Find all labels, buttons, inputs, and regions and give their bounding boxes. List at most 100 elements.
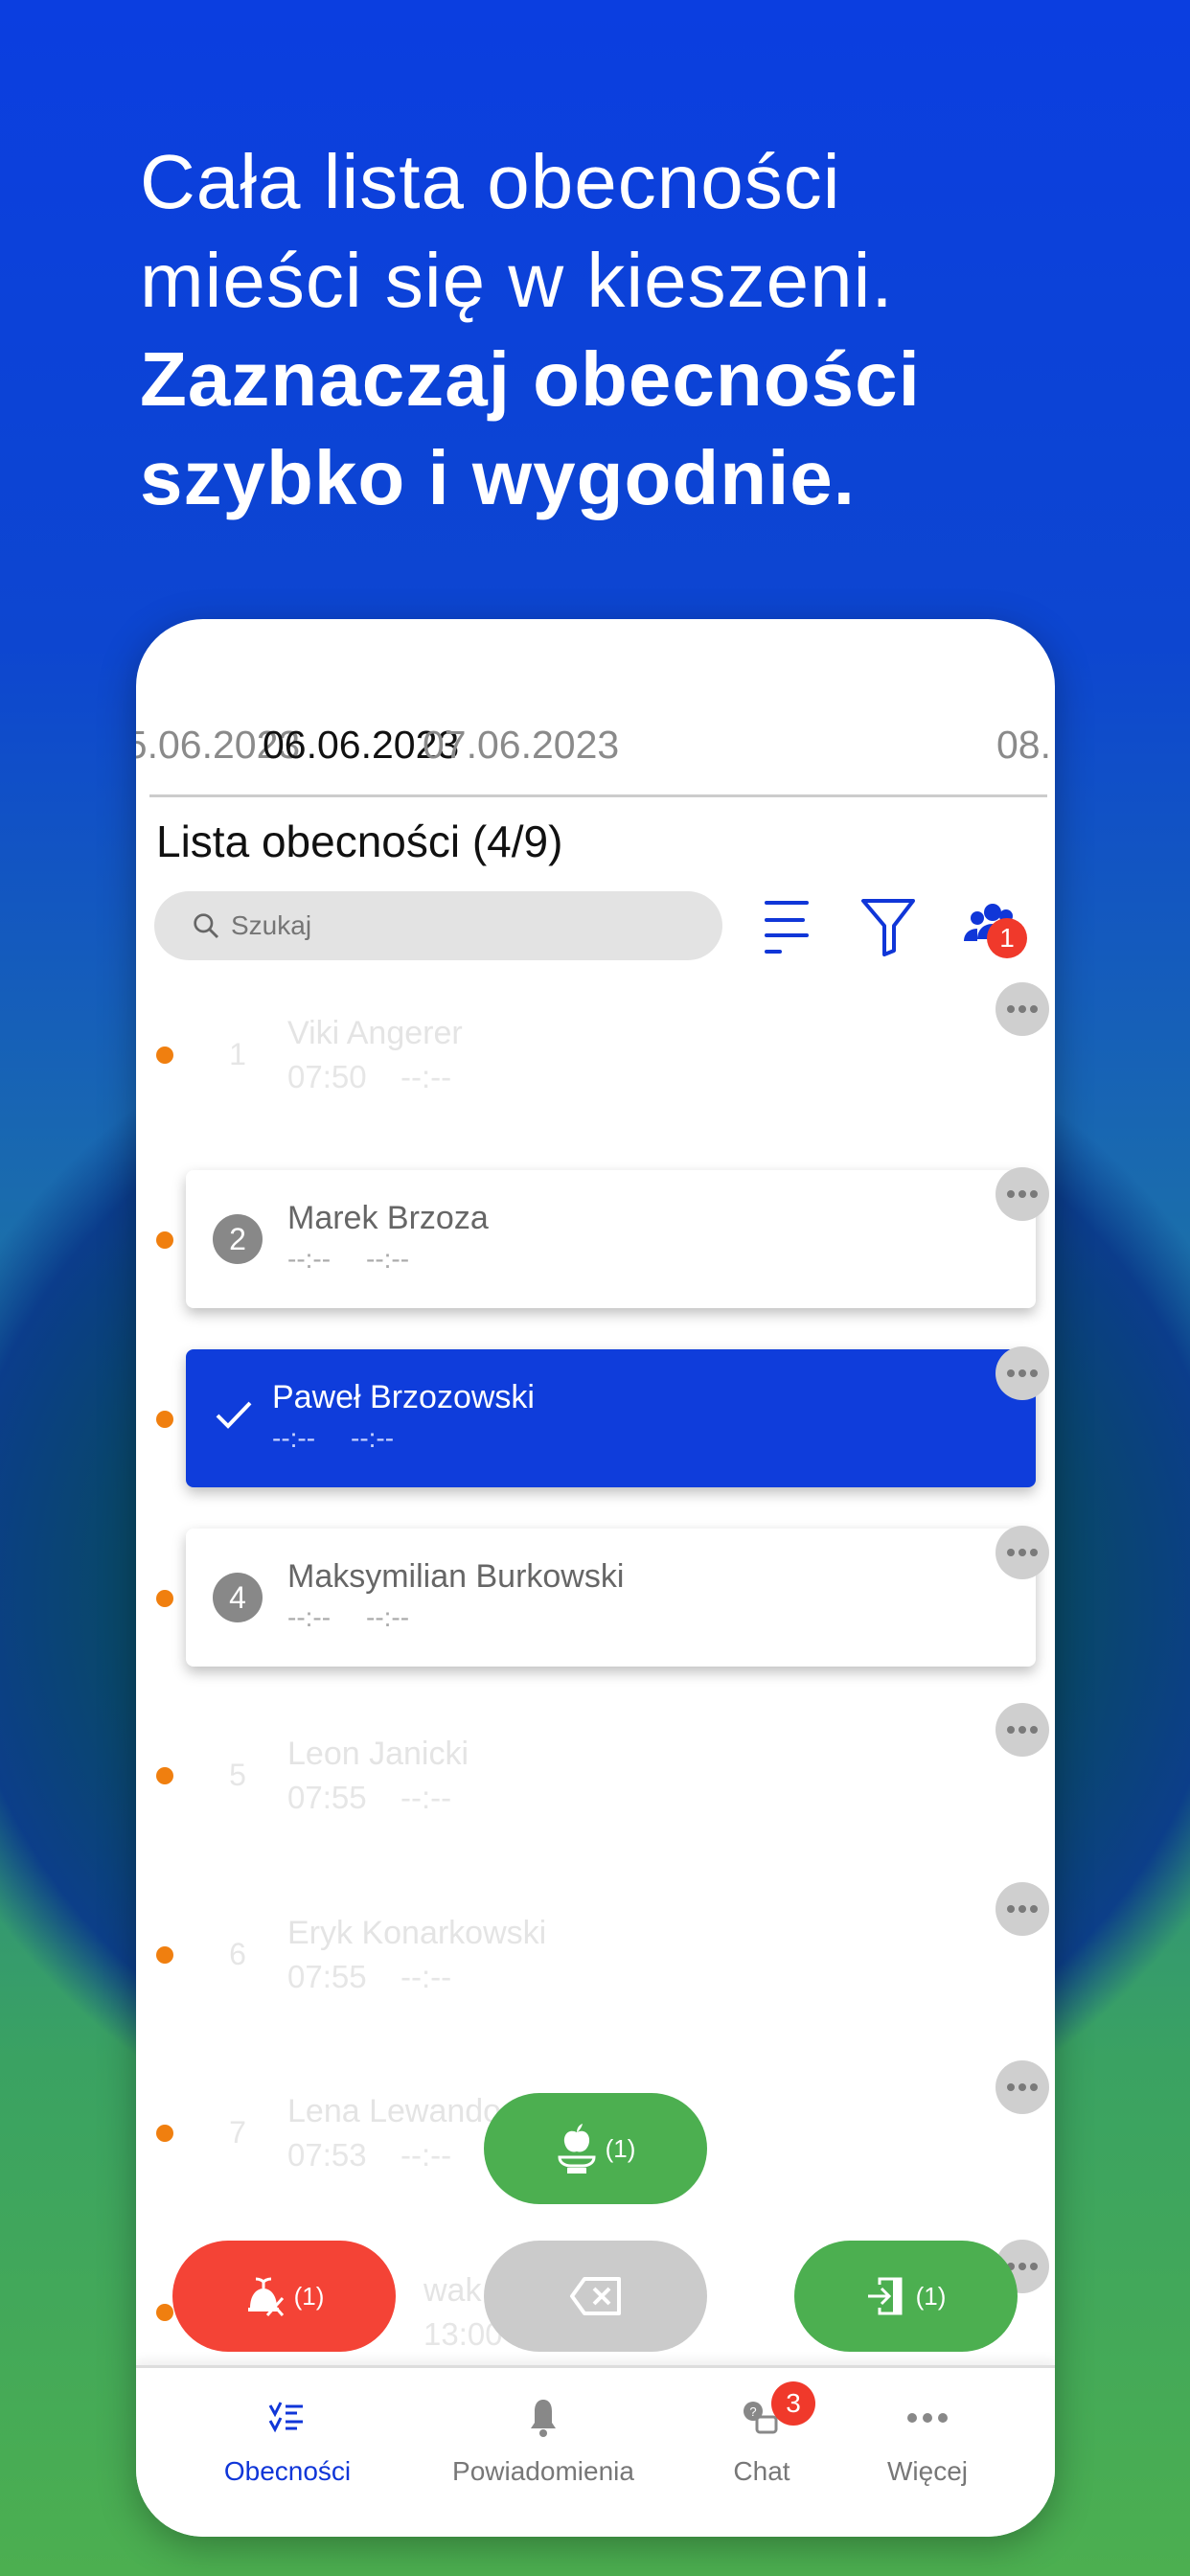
enter-door-icon: [867, 2277, 903, 2315]
time-in: 07:50: [287, 1059, 367, 1094]
search-icon: [194, 913, 219, 939]
date-tabs: 05.06.2023 06.06.2023 07.06.2023 08.: [136, 723, 1055, 770]
time-out: --:--: [400, 1780, 452, 1815]
absent-button[interactable]: (1): [172, 2241, 396, 2352]
nav-label: Więcej: [886, 2456, 968, 2486]
row-card[interactable]: [186, 1529, 1036, 1667]
row-name: Maksymilian Burkowski: [287, 1558, 625, 1595]
row-name: Marek Brzoza: [287, 1200, 489, 1236]
row-more-button[interactable]: [995, 2060, 1049, 2114]
list-item[interactable]: 6 Eryk Konarkowski 07:55 --:--: [136, 1865, 1055, 2044]
nav-item-obecnosci[interactable]: Obecności: [182, 2387, 393, 2487]
dot-icon: [1018, 1905, 1026, 1913]
checklist-icon: [268, 2402, 303, 2433]
row-number: 6: [229, 1937, 246, 1971]
nav-item-powiadomienia[interactable]: Powiadomienia: [438, 2387, 649, 2487]
dot-icon: [1030, 2263, 1038, 2270]
dot-icon: [1030, 2083, 1038, 2091]
group-button[interactable]: 1: [964, 897, 1027, 958]
checkin-count: (1): [915, 2281, 947, 2311]
tab-date[interactable]: 07.06.2023: [423, 723, 619, 768]
row-more-button[interactable]: [995, 982, 1049, 1036]
dot-icon: [1018, 1005, 1026, 1013]
dot-icon: [1018, 2263, 1026, 2270]
sort-icon[interactable]: [759, 897, 816, 956]
time-in: 07:55: [287, 1959, 367, 1994]
dot-icon: [1018, 1726, 1026, 1734]
time-in: --:--: [287, 1602, 332, 1632]
phone-screen: 05.06.2023 06.06.2023 07.06.2023 08. Lis…: [136, 619, 1055, 2537]
time-out: --:--: [400, 1059, 452, 1094]
dot-icon: [1030, 1905, 1038, 1913]
time-out: --:--: [351, 1423, 395, 1453]
bell-icon: [531, 2400, 556, 2437]
status-dot: [156, 2125, 173, 2142]
meal-count: (1): [605, 2133, 636, 2163]
status-dot: [156, 1046, 173, 1064]
row-number: 5: [229, 1758, 246, 1792]
list-item[interactable]: Paweł Brzozowski --:-- --:--: [136, 1329, 1055, 1508]
dot-icon: [1018, 1369, 1026, 1377]
list-item[interactable]: 5 Leon Janicki 07:55 --:--: [136, 1686, 1055, 1865]
search-field[interactable]: [154, 891, 722, 960]
dot-icon: [1007, 1726, 1015, 1734]
dot-icon: [1007, 1190, 1015, 1198]
meal-button[interactable]: (1): [484, 2093, 707, 2204]
row-name: wak: [423, 2272, 482, 2309]
row-more-button[interactable]: [995, 1882, 1049, 1936]
dot-icon: [1007, 2083, 1015, 2091]
dot-icon: [1007, 1369, 1015, 1377]
dot-icon: [1030, 1726, 1038, 1734]
dot-icon: [1007, 1005, 1015, 1013]
time-in: --:--: [287, 1244, 332, 1274]
absent-icon: [247, 2277, 284, 2316]
apple-scale-icon: [558, 2124, 596, 2174]
absent-count: (1): [293, 2281, 325, 2311]
filter-icon[interactable]: [859, 897, 917, 956]
dot-icon: [1030, 1549, 1038, 1556]
backspace-icon: [569, 2277, 621, 2315]
time-in: 07:55: [287, 1780, 367, 1815]
headline-line: szybko i wygodnie.: [140, 435, 857, 520]
clear-button[interactable]: [484, 2241, 707, 2352]
dot-icon: [1018, 2083, 1026, 2091]
row-number: 7: [229, 2115, 246, 2150]
time-out: --:--: [366, 1602, 410, 1632]
list-item[interactable]: 4 Maksymilian Burkowski --:-- --:--: [136, 1508, 1055, 1688]
row-more-button[interactable]: [995, 1526, 1049, 1579]
search-input[interactable]: [231, 910, 614, 941]
nav-item-wiecej[interactable]: Więcej: [822, 2387, 1033, 2487]
row-card[interactable]: [186, 1170, 1036, 1308]
chat-badge: 3: [771, 2381, 815, 2426]
status-dot: [156, 1411, 173, 1428]
dot-icon: [1018, 1549, 1026, 1556]
dot-icon: [1030, 1190, 1038, 1198]
headline-line: Zaznaczaj obecności: [140, 336, 921, 422]
checkin-button[interactable]: (1): [794, 2241, 1018, 2352]
dot-icon: [1030, 1005, 1038, 1013]
page-title: Lista obecności (4/9): [156, 816, 563, 866]
list-item[interactable]: 2 Marek Brzoza --:-- --:--: [136, 1150, 1055, 1329]
dot-icon: [1007, 1549, 1015, 1556]
svg-text:?: ?: [749, 2404, 756, 2419]
list-item[interactable]: 1 Viki Angerer 07:50 --:--: [136, 965, 1055, 1144]
dot-icon: [1007, 1905, 1015, 1913]
row-name: Leon Janicki: [287, 1736, 469, 1772]
divider: [149, 794, 1047, 797]
time-in: 07:53: [287, 2137, 367, 2173]
bottom-nav: Obecności Powiadomienia ? 3 Chat Więcej: [136, 2365, 1055, 2537]
row-more-button[interactable]: [995, 1167, 1049, 1221]
status-dot: [156, 1946, 173, 1964]
headline-line: Cała lista obecności: [140, 139, 841, 224]
row-number: 4: [213, 1573, 263, 1622]
row-number: 2: [213, 1214, 263, 1264]
row-more-button[interactable]: [995, 1346, 1049, 1400]
tab-date[interactable]: 08.: [996, 723, 1051, 768]
row-name: Viki Angerer: [287, 1015, 463, 1051]
row-card[interactable]: [186, 1349, 1036, 1487]
check-icon: [216, 1401, 252, 1429]
more-icon: [907, 2413, 948, 2423]
dot-icon: [1018, 1190, 1026, 1198]
row-more-button[interactable]: [995, 1703, 1049, 1757]
dot-icon: [1030, 1369, 1038, 1377]
